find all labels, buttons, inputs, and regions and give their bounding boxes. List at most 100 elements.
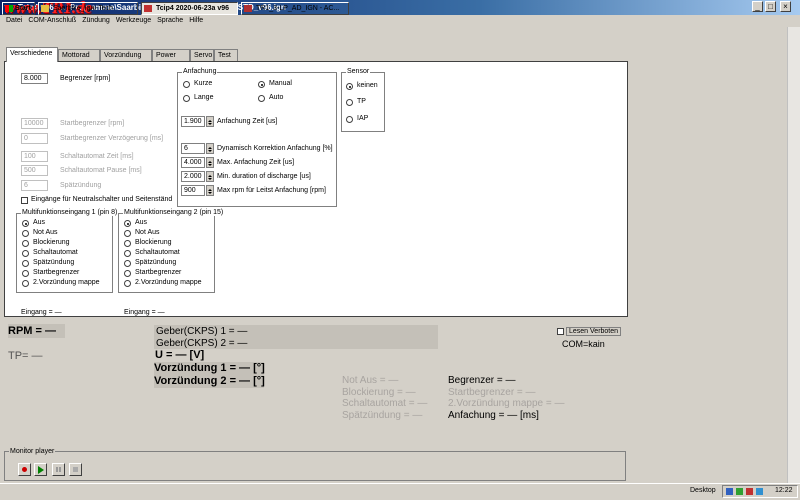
maximize-button[interactable]: □ bbox=[765, 1, 776, 12]
notaus-readout: Not Aus = — bbox=[342, 375, 399, 386]
anfachung-radio-auto[interactable] bbox=[258, 95, 265, 102]
app-icon bbox=[144, 5, 152, 12]
spaetzuendung-readout: Spätzündung = — bbox=[342, 410, 423, 421]
mf2-radio-blockierung[interactable] bbox=[124, 240, 131, 247]
menu-zuendung[interactable]: Zündung bbox=[82, 15, 110, 26]
tab-servo[interactable]: Servo bbox=[190, 49, 214, 61]
blockierung-readout: Blockierung = — bbox=[342, 387, 416, 398]
mf1-label-vzmappe: 2.Vorzündung mappe bbox=[33, 279, 100, 286]
max-rpm-spinner[interactable] bbox=[206, 185, 214, 196]
rpm-readout: RPM = — bbox=[8, 324, 65, 338]
mf2-radio-spaet[interactable] bbox=[124, 260, 131, 267]
mf1-radio-vzmappe[interactable] bbox=[22, 280, 29, 287]
mf2-radio-schaltautomat[interactable] bbox=[124, 250, 131, 257]
schaltautomat-zeit-input[interactable]: 100 bbox=[21, 151, 48, 162]
tab-vorzuendung-karte[interactable]: Vorzündung Karte bbox=[100, 49, 152, 70]
tab-test[interactable]: Test bbox=[214, 49, 238, 61]
monitor-player-group: Monitor player bbox=[4, 448, 626, 481]
start-button[interactable]: Start bbox=[2, 2, 35, 15]
neutral-checkbox[interactable] bbox=[21, 197, 28, 204]
schaltautomat-pause-input[interactable]: 500 bbox=[21, 165, 48, 176]
anfachung-radio-lange[interactable] bbox=[183, 95, 190, 102]
minimize-button[interactable]: _ bbox=[752, 1, 763, 12]
begrenzer-label: Begrenzer [rpm] bbox=[60, 75, 111, 82]
battery-icon[interactable] bbox=[756, 488, 763, 495]
mf1-eingang: Eingang = — bbox=[21, 309, 62, 316]
mf1-radio-aus[interactable] bbox=[22, 220, 29, 227]
sensor-radio-tp[interactable] bbox=[346, 99, 353, 106]
anfachung-zeit-spinner[interactable] bbox=[206, 116, 214, 127]
mf2-title: Multifunktionseingang 2 (pin 15) bbox=[123, 209, 225, 216]
begrenzer-input[interactable]: 8.000 bbox=[21, 73, 48, 84]
network-icon[interactable] bbox=[736, 488, 743, 495]
anfachung-readout: Anfachung = — [ms] bbox=[448, 410, 539, 421]
mf1-label-startbegrenzer: Startbegrenzer bbox=[33, 269, 80, 276]
sensor-label-keinen: keinen bbox=[357, 82, 378, 89]
mf2-label-aus: Aus bbox=[135, 219, 148, 226]
anfachung-zeit-input[interactable]: 1.900 bbox=[181, 116, 205, 127]
mf1-radio-startbegrenzer[interactable] bbox=[22, 270, 29, 277]
lesen-verboten-checkbox[interactable] bbox=[557, 328, 564, 335]
mf1-radio-spaet[interactable] bbox=[22, 260, 29, 267]
mf2-radio-notaus[interactable] bbox=[124, 230, 131, 237]
security-icon[interactable] bbox=[746, 488, 753, 495]
max-rpm-input[interactable]: 900 bbox=[181, 185, 205, 196]
desktop-toolbar-label[interactable]: Desktop bbox=[690, 487, 716, 494]
spaetzuendung-input[interactable]: 6 bbox=[21, 180, 48, 191]
monitor-title: Monitor player bbox=[9, 448, 56, 455]
startbegrenzer-input[interactable]: 10000 bbox=[21, 118, 48, 129]
sensor-title: Sensor bbox=[346, 68, 371, 75]
stop-button[interactable] bbox=[69, 463, 82, 476]
tab-power-out[interactable]: Power out bbox=[152, 49, 190, 70]
mf2-radio-startbegrenzer[interactable] bbox=[124, 270, 131, 277]
close-button[interactable]: × bbox=[780, 1, 791, 12]
sensor-radio-iap[interactable] bbox=[346, 116, 353, 123]
mf2-radio-aus[interactable] bbox=[124, 220, 131, 227]
mf1-radio-schaltautomat[interactable] bbox=[22, 250, 29, 257]
menu-sprache[interactable]: Sprache bbox=[157, 15, 183, 26]
tab-mottorad[interactable]: Mottorad bbox=[58, 49, 100, 61]
mf1-title: Multifunktionseingang 1 (pin 8) bbox=[21, 209, 119, 216]
vorzuendung2-readout: Vorzündung 2 = — [°] bbox=[154, 375, 265, 388]
schaltautomat-readout: Schaltautomat = — bbox=[342, 398, 428, 409]
mf1-radio-blockierung[interactable] bbox=[22, 240, 29, 247]
menu-hilfe[interactable]: Hilfe bbox=[189, 15, 203, 26]
sensor-radio-keinen[interactable] bbox=[346, 83, 353, 90]
sensor-label-iap: IAP bbox=[357, 115, 369, 122]
dyn-korrektion-input[interactable]: 6 bbox=[181, 143, 205, 154]
task-tr1-doc[interactable]: TR1_3-LP_AD_IGN - AC... bbox=[241, 2, 349, 15]
anfachung-radio-kurze[interactable] bbox=[183, 81, 190, 88]
mf1-label-notaus: Not Aus bbox=[33, 229, 58, 236]
anfachung-title: Anfachung bbox=[182, 68, 218, 75]
anfachung-radio-manual[interactable] bbox=[258, 81, 265, 88]
schaltautomat-pause-label: Schaltautomat Pause [ms] bbox=[60, 167, 142, 174]
task-saarbike[interactable]: Saarbike_Igni-Tech bbox=[38, 2, 138, 15]
min-discharge-input[interactable]: 2.000 bbox=[181, 171, 205, 182]
mf1-radio-notaus[interactable] bbox=[22, 230, 29, 237]
pause-button[interactable] bbox=[52, 463, 65, 476]
tab-verschiedene[interactable]: Verschiedene bbox=[6, 47, 58, 62]
mf2-label-schaltautomat: Schaltautomat bbox=[135, 249, 180, 256]
mf2-eingang: Eingang = — bbox=[124, 309, 165, 316]
record-button[interactable] bbox=[18, 463, 31, 476]
menu-werkzeuge[interactable]: Werkzeuge bbox=[116, 15, 151, 26]
mf1-label-aus: Aus bbox=[33, 219, 46, 226]
mf1-label-blockierung: Blockierung bbox=[33, 239, 70, 246]
mf2-radio-vzmappe[interactable] bbox=[124, 280, 131, 287]
voltage-readout: U = — [V] bbox=[155, 349, 205, 361]
dyn-korrektion-spinner[interactable] bbox=[206, 143, 214, 154]
clock: 12:22 bbox=[775, 487, 793, 494]
task-tcip4[interactable]: Tcip4 2020-06-23a v96 bbox=[141, 2, 238, 15]
menu-com[interactable]: COM-Anschluß bbox=[28, 15, 76, 26]
vzmappe-readout: 2.Vorzündung mappe = — bbox=[448, 398, 565, 409]
startbegrenzer-verzoegerung-input[interactable]: 0 bbox=[21, 133, 48, 144]
pause-icon bbox=[56, 467, 61, 472]
record-icon bbox=[22, 467, 27, 472]
max-anfachung-input[interactable]: 4.000 bbox=[181, 157, 205, 168]
volume-icon[interactable] bbox=[726, 488, 733, 495]
play-button[interactable] bbox=[34, 463, 47, 476]
min-discharge-spinner[interactable] bbox=[206, 171, 214, 182]
min-discharge-label: Min. duration of discharge [us] bbox=[217, 173, 311, 180]
menu-datei[interactable]: Datei bbox=[6, 15, 22, 26]
max-anfachung-spinner[interactable] bbox=[206, 157, 214, 168]
